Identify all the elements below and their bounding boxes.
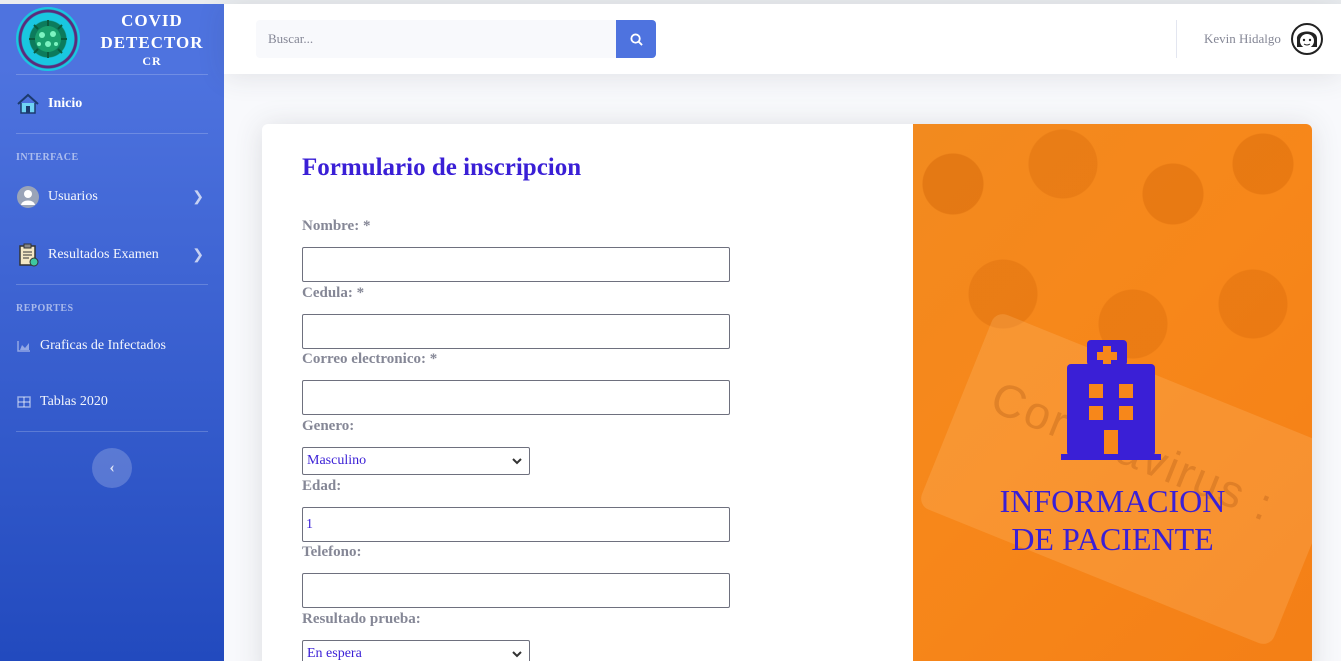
sidebar-item-label: Inicio [48, 96, 83, 111]
user-menu[interactable]: Kevin Hidalgo [1204, 20, 1323, 58]
sidebar-item-label: Usuarios [48, 189, 98, 204]
sidebar-heading-reportes: REPORTES [16, 303, 74, 314]
brand-name: COVID DETECTOR CR [100, 11, 204, 68]
clipboard-icon [16, 243, 40, 267]
hospital-icon [1061, 340, 1161, 460]
search-input[interactable] [256, 20, 616, 58]
sidebar-item-graficas[interactable]: Graficas de Infectados [0, 319, 224, 373]
registration-card: Formulario de inscripcion Nombre: * Cedu… [262, 124, 1312, 661]
resultado-selected-value: En espera [307, 646, 362, 661]
registration-form: Formulario de inscripcion Nombre: * Cedu… [262, 124, 913, 661]
nombre-input[interactable] [302, 247, 730, 282]
chevron-right-icon: ❯ [192, 247, 204, 263]
sidebar-item-label: Resultados Examen [48, 247, 159, 262]
sidebar-item-label: Tablas 2020 [40, 394, 108, 409]
sidebar-item-resultados-examen[interactable]: Resultados Examen ❯ [0, 226, 224, 284]
user-icon [16, 185, 40, 209]
resultado-select[interactable]: En espera [302, 640, 530, 661]
edad-label: Edad: [302, 478, 342, 494]
sidebar-item-inicio[interactable]: Inicio [0, 75, 224, 133]
topbar: Kevin Hidalgo [224, 4, 1341, 74]
chevron-right-icon: ❯ [192, 189, 204, 205]
form-title: Formulario de inscripcion [302, 154, 582, 181]
edad-input[interactable] [302, 507, 730, 542]
telefono-input[interactable] [302, 573, 730, 608]
user-name: Kevin Hidalgo [1204, 31, 1281, 46]
sidebar-item-tablas[interactable]: Tablas 2020 [0, 373, 224, 431]
panel-title: INFORMACION DE PACIENTE [999, 483, 1226, 557]
cedula-label: Cedula: * [302, 285, 365, 301]
genero-selected-value: Masculino [307, 453, 367, 468]
search-button[interactable] [616, 20, 656, 58]
chevron-down-icon [512, 458, 522, 465]
chevron-left-icon: ‹ [109, 459, 115, 476]
avatar[interactable] [1290, 23, 1323, 55]
chevron-down-icon [512, 651, 522, 658]
genero-label: Genero: [302, 418, 355, 434]
area-chart-icon [16, 334, 32, 358]
cedula-input[interactable] [302, 314, 730, 349]
patient-info-panel: Coronavirus : INFORMACION DE PACIENTE [913, 124, 1312, 661]
home-icon [16, 92, 40, 116]
correo-label: Correo electronico: * [302, 351, 438, 367]
table-icon [16, 390, 32, 414]
correo-input[interactable] [302, 380, 730, 415]
nombre-label: Nombre: * [302, 218, 371, 234]
sidebar-item-label: Graficas de Infectados [40, 338, 166, 353]
search-bar [256, 20, 656, 58]
brand[interactable]: COVID DETECTOR CR [0, 0, 224, 74]
genero-select[interactable]: Masculino [302, 447, 530, 475]
sidebar: COVID DETECTOR CR Inicio INTERFACE Usuar… [0, 0, 224, 661]
search-icon [629, 32, 643, 46]
telefono-label: Telefono: [302, 544, 362, 560]
resultado-label: Resultado prueba: [302, 611, 421, 627]
sidebar-toggle-button[interactable]: ‹ [92, 448, 132, 488]
sidebar-heading-interface: INTERFACE [16, 152, 79, 163]
sidebar-item-usuarios[interactable]: Usuarios ❯ [0, 168, 224, 226]
virus-logo-icon [16, 7, 80, 71]
